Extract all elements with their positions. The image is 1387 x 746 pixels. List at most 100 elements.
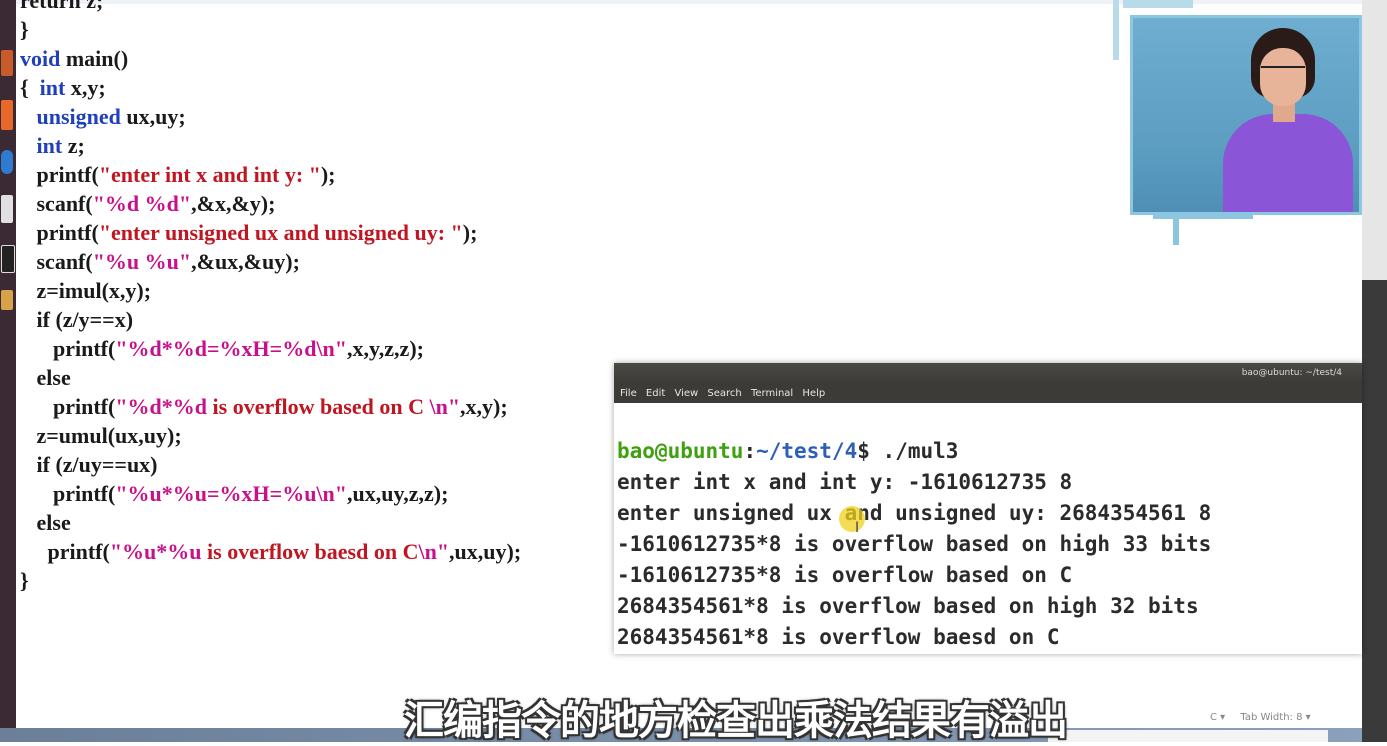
terminal-title: bao@ubuntu: ~/test/4 xyxy=(1241,368,1342,378)
code-token: { xyxy=(20,75,40,100)
frame-accent xyxy=(1123,0,1193,8)
code-line: z=imul(x,y); xyxy=(20,276,521,305)
code-token: printf( xyxy=(20,394,116,419)
taskbar-panel xyxy=(1048,730,1328,742)
terminal-prompt-line: bao@ubuntu:~/test/4$ ./mul3 xyxy=(617,439,959,463)
code-line: } xyxy=(20,566,521,595)
terminal-output[interactable]: bao@ubuntu:~/test/4$ ./mul3 enter int x a… xyxy=(617,405,1362,654)
code-token: unsigned xyxy=(36,104,121,129)
menu-terminal[interactable]: Terminal xyxy=(751,388,793,399)
menu-help[interactable]: Help xyxy=(802,388,825,399)
terminal-window[interactable]: bao@ubuntu: ~/test/4 File Edit View Sear… xyxy=(614,363,1362,654)
code-token: if (z/y==x) xyxy=(20,307,134,332)
code-token: ux,uy; xyxy=(120,104,186,129)
menu-edit[interactable]: Edit xyxy=(646,388,665,399)
terminal-output-line: enter int x and int y: -1610612735 8 xyxy=(617,470,1073,494)
code-token: ); xyxy=(462,220,478,245)
lecturer-video-inset xyxy=(1113,0,1362,245)
code-line: printf("%u*%u is overflow baesd on C\n",… xyxy=(20,537,522,566)
code-token: "enter unsigned ux and unsigned uy: " xyxy=(98,220,463,245)
code-token: \n" xyxy=(418,539,450,564)
app-launcher-icon[interactable] xyxy=(1,50,13,76)
language-selector[interactable]: C ▾ xyxy=(1210,712,1225,723)
app-launcher-icon[interactable] xyxy=(1,195,13,223)
code-line: else xyxy=(20,363,521,392)
code-token: printf( xyxy=(20,336,116,361)
code-line: unsigned ux,uy; xyxy=(20,102,521,131)
code-token: else xyxy=(20,510,71,535)
lecturer-video xyxy=(1130,15,1362,215)
code-token: z; xyxy=(62,133,85,158)
code-token: is overflow based on C xyxy=(212,394,430,419)
code-token: if (z/uy==ux) xyxy=(20,452,158,477)
code-token: ,x,y); xyxy=(460,394,508,419)
terminal-titlebar[interactable]: bao@ubuntu: ~/test/4 xyxy=(614,363,1362,385)
terminal-menubar: File Edit View Search Terminal Help xyxy=(614,385,1362,403)
menu-view[interactable]: View xyxy=(674,388,698,399)
lecturer-figure xyxy=(1261,66,1305,78)
code-token: else xyxy=(20,365,71,390)
text-cursor-icon: I xyxy=(855,520,860,536)
code-token: main() xyxy=(60,46,129,71)
code-line: } xyxy=(20,15,521,44)
terminal-output-line: 2684354561*8 is overflow based on high 3… xyxy=(617,594,1199,618)
right-side-panel xyxy=(1362,0,1387,742)
pointer-highlight xyxy=(839,506,865,532)
code-token: void xyxy=(20,46,61,71)
code-line: if (z/y==x) xyxy=(20,305,521,334)
terminal-launcher-icon[interactable] xyxy=(1,245,15,273)
code-token: int xyxy=(36,133,63,158)
code-token: printf( xyxy=(20,539,110,564)
code-token: "%d*%d=%xH=%d\n" xyxy=(115,336,347,361)
code-line: scanf("%d %d",&x,&y); xyxy=(20,189,521,218)
terminal-output-line: -1610612735*8 is overflow based on high … xyxy=(617,532,1212,556)
code-line: printf("%d*%d=%xH=%d\n",x,y,z,z); xyxy=(20,334,521,363)
app-launcher-icon[interactable] xyxy=(1,150,13,174)
code-line: return z; xyxy=(20,0,521,15)
code-token: z=imul(x,y); xyxy=(20,278,152,303)
code-token: printf( xyxy=(20,162,99,187)
code-token: z=umul(ux,uy); xyxy=(20,423,182,448)
menu-file[interactable]: File xyxy=(620,388,637,399)
menu-search[interactable]: Search xyxy=(707,388,741,399)
code-token: int xyxy=(39,75,66,100)
code-line: printf("%d*%d is overflow based on C \n"… xyxy=(20,392,521,421)
code-token: "%u %u" xyxy=(92,249,192,274)
code-token: ,&ux,&uy); xyxy=(191,249,300,274)
terminal-command: ./mul3 xyxy=(869,439,959,463)
app-launcher-icon[interactable] xyxy=(1,290,13,310)
app-launcher-icon[interactable] xyxy=(1,100,13,130)
code-token: ,ux,uy,z,z); xyxy=(347,481,449,506)
code-token: scanf( xyxy=(20,249,93,274)
code-line: z=umul(ux,uy); xyxy=(20,421,521,450)
code-token: "%d %d" xyxy=(92,191,192,216)
terminal-output-line: 2684354561*8 is overflow baesd on C xyxy=(617,625,1060,649)
tab-width-selector[interactable]: Tab Width: 8 ▾ xyxy=(1240,712,1310,723)
code-token: ,&x,&y); xyxy=(191,191,276,216)
video-subtitle: 汇编指令的地方检查出乘法结果有溢出 xyxy=(404,698,1068,744)
code-line: scanf("%u %u",&ux,&uy); xyxy=(20,247,521,276)
terminal-prompt-line: bao@ubuntu:~/test/4$ xyxy=(617,653,1362,654)
code-editor[interactable]: return z;} void main(){ int x,y; unsigned… xyxy=(20,0,521,595)
code-token: "enter int x and int y: " xyxy=(98,162,321,187)
code-token: "%u*%u xyxy=(109,539,208,564)
code-line: printf("enter int x and int y: "); xyxy=(20,160,521,189)
code-token: x,y; xyxy=(65,75,106,100)
frame-accent xyxy=(1173,219,1179,245)
code-token: ,x,y,z,z); xyxy=(347,336,424,361)
code-token: "%d*%d xyxy=(115,394,213,419)
terminal-output-line: enter unsigned ux and unsigned uy: 26843… xyxy=(617,501,1212,525)
code-line: printf("enter unsigned ux and unsigned u… xyxy=(20,218,521,247)
code-line: else xyxy=(20,508,521,537)
code-token: "%u*%u=%xH=%u\n" xyxy=(115,481,347,506)
code-token: scanf( xyxy=(20,191,93,216)
code-line: void main() xyxy=(20,44,521,73)
code-token: } xyxy=(20,568,29,593)
launcher-sidebar xyxy=(0,0,16,742)
code-token: \n" xyxy=(429,394,461,419)
code-line: printf("%u*%u=%xH=%u\n",ux,uy,z,z); xyxy=(20,479,521,508)
code-token: is overflow baesd on C xyxy=(207,539,419,564)
code-token: return z; xyxy=(20,0,104,13)
